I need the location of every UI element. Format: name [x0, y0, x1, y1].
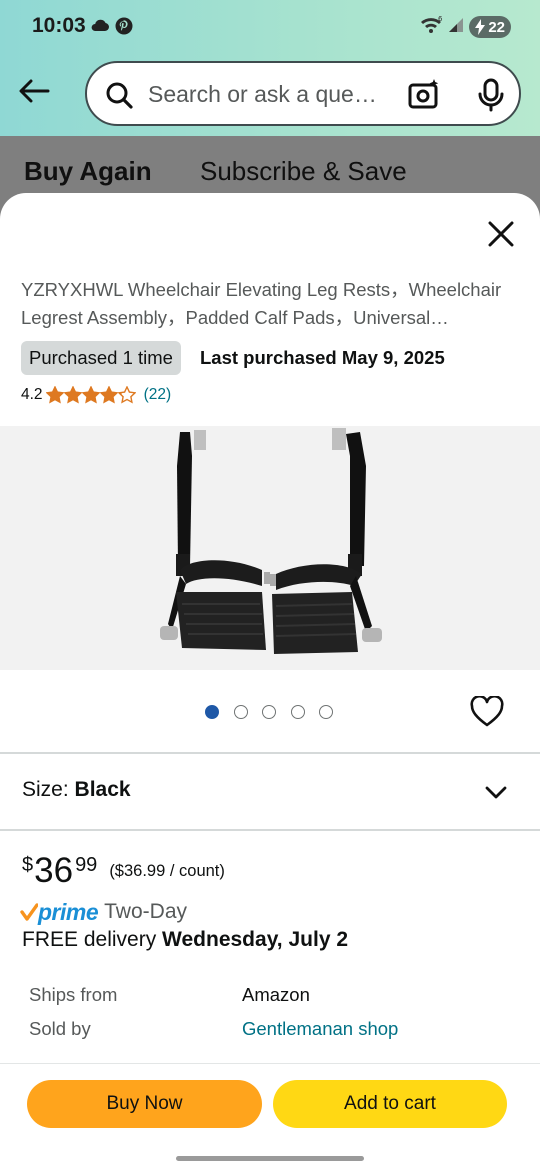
prime-badge: prime Two-Day [20, 897, 187, 927]
home-indicator[interactable] [176, 1156, 364, 1161]
buy-now-button[interactable]: Buy Now [27, 1080, 262, 1128]
tab-subscribe-and-save[interactable]: Subscribe & Save [200, 156, 407, 187]
price-currency: $ [22, 854, 34, 876]
delivery-estimate: FREE delivery Wednesday, July 2 [22, 928, 348, 952]
carousel-dot[interactable] [262, 705, 276, 719]
status-time: 10:03 [32, 14, 86, 37]
sold-by-label: Sold by [29, 1018, 91, 1039]
battery-indicator: 22 [469, 16, 511, 38]
star-rating [45, 386, 136, 404]
price-whole: 36 [34, 851, 74, 890]
svg-text:6: 6 [438, 15, 443, 23]
chevron-down-icon[interactable] [483, 779, 509, 805]
star-full-icon [81, 386, 100, 404]
divider [0, 752, 540, 754]
size-selector[interactable]: Size: Black [22, 778, 131, 802]
star-partial-icon [117, 386, 136, 404]
search-icon [105, 81, 133, 114]
rating-value: 4.2 [21, 386, 43, 403]
battery-level: 22 [488, 18, 505, 36]
cell-signal-icon [447, 16, 465, 39]
wifi-icon: 6 [420, 15, 444, 40]
search-input[interactable]: Search or ask a que… [85, 61, 521, 126]
leg-rest-illustration [160, 428, 382, 654]
right-leg-rest-image [270, 428, 382, 654]
close-icon [488, 221, 514, 247]
size-label: Size: [22, 778, 75, 801]
divider [0, 829, 540, 831]
prime-check-icon [20, 903, 38, 921]
cloud-icon [90, 18, 110, 37]
back-arrow-icon [19, 79, 50, 103]
free-delivery-text: FREE delivery [22, 928, 163, 951]
close-button[interactable] [482, 217, 520, 251]
rating-row[interactable]: 4.2 (22) [21, 384, 171, 406]
add-to-cart-button[interactable]: Add to cart [273, 1080, 507, 1128]
product-image[interactable] [0, 426, 540, 670]
size-value: Black [74, 778, 131, 801]
star-full-icon [63, 386, 82, 404]
prime-speed: Two-Day [104, 900, 187, 923]
charging-bolt-icon [475, 19, 485, 39]
review-count-link[interactable]: (22) [144, 386, 172, 404]
status-bar: 10:03 6 22 [0, 0, 540, 56]
back-button[interactable] [14, 74, 54, 108]
heart-icon [470, 694, 504, 727]
ships-from-label: Ships from [29, 984, 118, 1005]
delivery-date: Wednesday, July 2 [162, 928, 349, 951]
search-placeholder: Search or ask a que… [148, 81, 377, 107]
last-purchased-date: Last purchased May 9, 2025 [200, 347, 445, 368]
microphone-icon[interactable] [477, 78, 505, 117]
price-block: $ 36 99 ($36.99 / count) [22, 852, 225, 890]
pinterest-icon [115, 17, 133, 40]
price-per-unit: ($36.99 / count) [109, 862, 225, 880]
price-fraction: 99 [75, 854, 98, 876]
star-full-icon [45, 386, 64, 404]
purchased-badge: Purchased 1 time [21, 341, 181, 375]
ships-from-value: Amazon [242, 984, 310, 1005]
carousel-dot[interactable] [290, 705, 305, 719]
seller-link[interactable]: Gentlemanan shop [242, 1018, 398, 1040]
carousel-dot[interactable] [319, 705, 333, 719]
left-leg-rest-image [160, 430, 270, 650]
star-full-icon [99, 386, 118, 404]
carousel-dot[interactable] [205, 705, 219, 719]
image-carousel-indicator[interactable] [205, 705, 348, 719]
carousel-dot[interactable] [233, 705, 248, 719]
camera-search-icon[interactable] [407, 78, 441, 117]
add-to-list-button[interactable] [470, 694, 504, 728]
tab-buy-again[interactable]: Buy Again [24, 156, 152, 187]
product-title[interactable]: YZRYXHWL Wheelchair Elevating Leg Rests，… [21, 276, 526, 332]
prime-logo-text: prime [38, 898, 99, 925]
